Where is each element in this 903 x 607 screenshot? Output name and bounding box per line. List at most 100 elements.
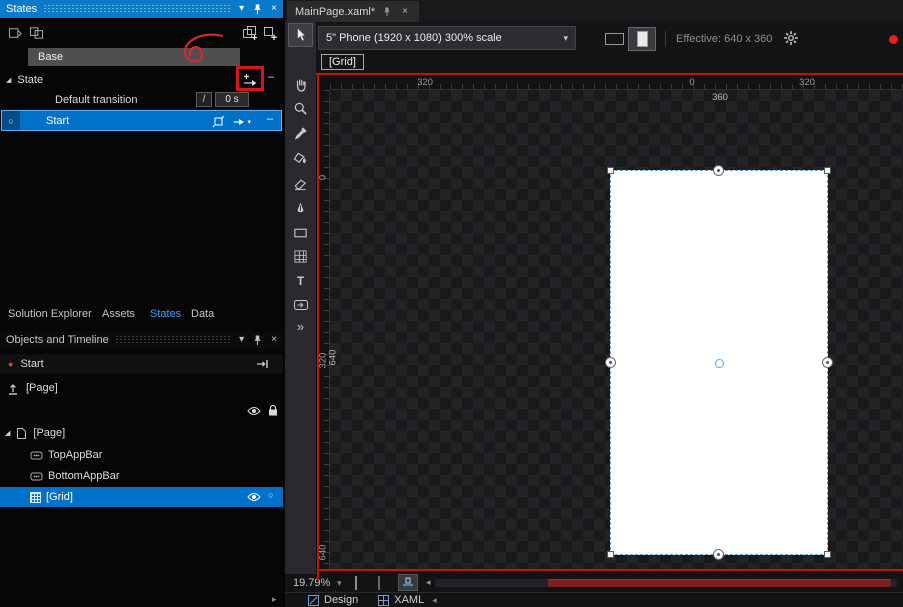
pan-tool[interactable] — [289, 73, 312, 95]
xaml-view-tab[interactable]: XAML — [378, 594, 424, 606]
design-canvas[interactable] — [610, 170, 828, 555]
tab-states[interactable]: States — [150, 308, 181, 320]
add-state-button[interactable] — [261, 25, 279, 41]
close-storyboard-icon[interactable] — [256, 358, 269, 370]
panel-menu-chevron-icon[interactable]: ▾ — [236, 334, 247, 346]
tab-assets[interactable]: Assets — [102, 308, 135, 320]
resize-handle-ne[interactable] — [824, 167, 831, 174]
horizontal-scrollbar-thumb[interactable] — [548, 579, 891, 587]
annotation-highlight-box — [236, 66, 264, 91]
anchor-handle-bottom[interactable] — [713, 549, 724, 560]
lock-icon[interactable] — [268, 404, 278, 417]
eraser-tool[interactable] — [289, 172, 312, 194]
eye-icon[interactable] — [247, 406, 261, 416]
text-tool[interactable]: T — [289, 270, 312, 292]
design-view-tab[interactable]: Design — [308, 594, 358, 606]
panel-header-texture — [43, 4, 230, 14]
pin-icon[interactable] — [250, 333, 265, 347]
scroll-left-arrow-icon[interactable]: ◂ — [426, 577, 431, 588]
objects-panel-header[interactable]: Objects and Timeline ▾ × — [0, 331, 283, 349]
base-state-label: Base — [38, 51, 63, 63]
states-toolbar — [0, 20, 283, 46]
transition-duration-field[interactable]: 0 s — [215, 92, 249, 107]
tree-item-topappbar[interactable]: TopAppBar — [0, 445, 283, 465]
state-active-indicator[interactable]: ○ — [2, 111, 20, 130]
add-transition-dropdown-icon[interactable]: ▾ — [233, 117, 251, 127]
tree-item-label: [Grid] — [46, 491, 73, 503]
pin-to-artboard-icon[interactable] — [212, 115, 225, 128]
controls-tool[interactable] — [289, 294, 312, 316]
zoom-tool[interactable] — [289, 97, 312, 119]
resize-handle-se[interactable] — [824, 551, 831, 558]
panel-resize-grip[interactable]: ▸ — [272, 594, 277, 605]
center-anchor-handle[interactable] — [715, 359, 724, 368]
grid-element-icon — [30, 492, 41, 503]
resize-handle-nw[interactable] — [607, 167, 614, 174]
state-name-label: Start — [46, 115, 69, 127]
annotation-squiggle — [170, 30, 240, 80]
close-icon[interactable]: × — [268, 3, 280, 15]
phone-icon — [637, 31, 648, 47]
animatable-indicator[interactable]: ○ — [268, 490, 273, 500]
close-icon[interactable]: × — [268, 334, 280, 346]
remove-state-icon[interactable]: – — [267, 113, 273, 125]
blend-designer-window: States ▾ × Base ◢ State — [0, 0, 903, 607]
ruler-label: 640 — [318, 538, 329, 568]
breadcrumb[interactable]: [Grid] — [321, 54, 364, 70]
anchor-handle-right[interactable] — [822, 357, 833, 368]
tree-item-bottomappbar[interactable]: BottomAppBar — [0, 466, 283, 486]
zoom-dropdown-chevron-icon[interactable]: ▾ — [337, 578, 342, 589]
pin-icon[interactable] — [250, 2, 265, 16]
snap-to-snaplines-icon[interactable] — [399, 575, 417, 590]
pen-tool[interactable] — [289, 197, 312, 219]
easing-function-button[interactable]: / — [196, 92, 212, 107]
panel-menu-chevron-icon[interactable]: ▾ — [236, 3, 247, 15]
assets-more-tools-icon[interactable]: » — [289, 315, 312, 337]
document-pin-icon[interactable] — [380, 5, 394, 18]
monitor-icon — [605, 33, 624, 45]
tree-item-grid[interactable]: [Grid] ○ — [0, 487, 283, 507]
document-tab-title: MainPage.xaml* — [295, 6, 375, 18]
chevron-down-icon: ▾ — [563, 33, 568, 44]
panel-header-texture — [115, 335, 230, 345]
ruler-label: 0 — [318, 163, 329, 193]
eye-icon[interactable] — [247, 492, 261, 502]
document-tab[interactable]: MainPage.xaml* × — [287, 1, 419, 22]
paint-bucket-tool[interactable] — [289, 147, 312, 169]
document-close-icon[interactable]: × — [399, 6, 411, 18]
remove-state-group-icon[interactable]: – — [268, 71, 274, 83]
editor-area: MainPage.xaml* × 5" Phone (1920 x 1080) … — [285, 0, 903, 607]
tree-item-page[interactable]: ◢ [Page] — [0, 423, 283, 443]
state-row-start[interactable]: ○ Start ▾ – — [1, 110, 282, 131]
anchor-handle-top[interactable] — [713, 165, 724, 176]
effective-resolution-label: Effective: 640 x 360 — [676, 33, 772, 45]
snap-to-grid-icon[interactable] — [378, 577, 380, 589]
group-expander-icon[interactable]: ◢ — [6, 76, 11, 84]
tab-solution-explorer[interactable]: Solution Explorer — [8, 308, 92, 320]
grid-layout-tool[interactable] — [289, 245, 312, 267]
scope-up-icon[interactable] — [7, 382, 19, 395]
anchor-handle-left[interactable] — [605, 357, 616, 368]
add-state-group-button[interactable] — [241, 25, 259, 41]
portrait-view-button[interactable] — [629, 28, 655, 50]
resize-handle-sw[interactable] — [607, 551, 614, 558]
selection-tool[interactable] — [289, 24, 312, 46]
view-scroll-arrow-icon[interactable]: ◂ — [432, 595, 437, 606]
transition-preview-icon[interactable] — [27, 25, 45, 41]
tab-data[interactable]: Data — [191, 308, 214, 320]
state-recording-options-icon[interactable] — [6, 25, 24, 41]
show-grid-icon[interactable] — [355, 577, 357, 589]
artboard-settings-gear-icon[interactable] — [783, 30, 799, 46]
scope-row[interactable]: [Page] — [0, 378, 283, 398]
device-selector-dropdown[interactable]: 5" Phone (1920 x 1080) 300% scale ▾ — [318, 26, 576, 50]
toolbar-separator — [665, 31, 666, 47]
appbar-icon — [30, 472, 43, 481]
rectangle-tool[interactable] — [289, 222, 312, 244]
states-panel-header[interactable]: States ▾ × — [0, 0, 283, 18]
zoom-level-value[interactable]: 19.79% — [293, 577, 330, 589]
storyboard-row[interactable]: ● Start — [0, 354, 283, 374]
tree-expander-icon[interactable]: ◢ — [5, 429, 10, 437]
horizontal-scrollbar-track[interactable] — [435, 579, 897, 587]
eyedropper-tool[interactable] — [289, 122, 312, 144]
landscape-view-button[interactable] — [601, 28, 627, 50]
